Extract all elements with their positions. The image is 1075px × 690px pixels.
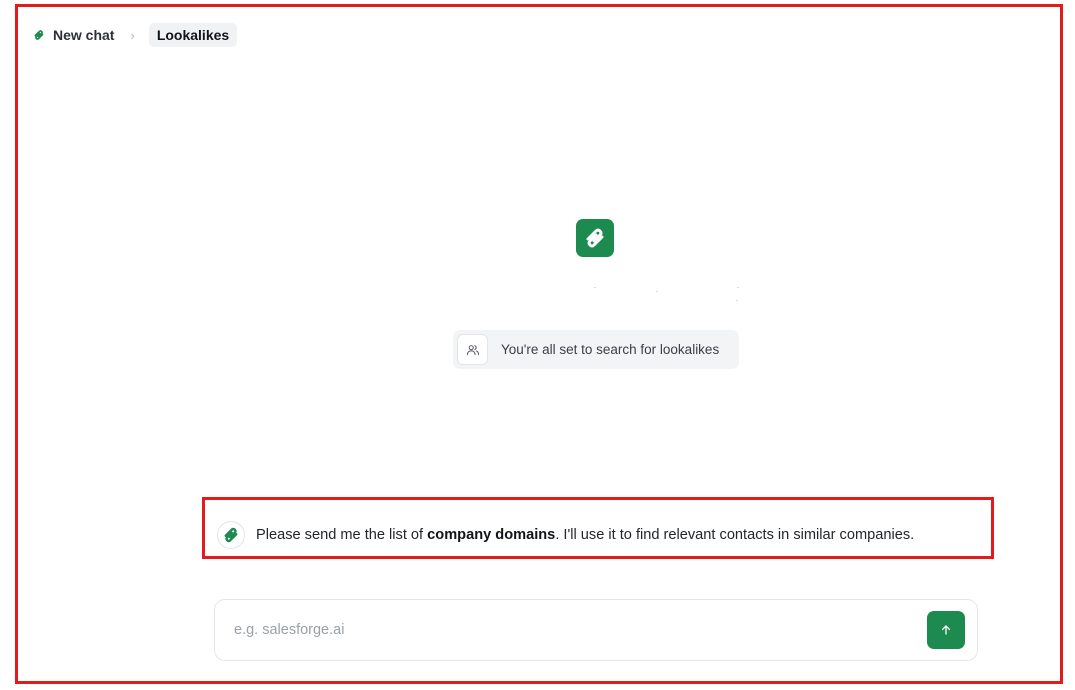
assistant-message-text: Please send me the list of company domai… [256, 527, 914, 543]
salesforge-logo-icon [217, 521, 245, 549]
chevron-right-icon: › [130, 27, 135, 43]
users-icon [457, 334, 488, 365]
message-prefix: Please send me the list of [256, 527, 428, 543]
salesforge-logo-icon [576, 219, 614, 257]
status-chip: You're all set to search for lookalikes [453, 330, 739, 369]
send-button[interactable] [927, 611, 965, 649]
message-suffix: . I'll use it to find relevant contacts … [555, 527, 915, 543]
assistant-message: Please send me the list of company domai… [217, 521, 914, 549]
breadcrumb: New chat › Lookalikes [33, 22, 238, 48]
salesforge-logo-icon [34, 30, 44, 40]
breadcrumb-current[interactable]: Lookalikes [148, 23, 238, 47]
domain-input[interactable] [234, 622, 927, 638]
status-text: You're all set to search for lookalikes [501, 342, 720, 357]
arrow-up-icon [941, 625, 951, 635]
breadcrumb-new-chat-label: New chat [53, 27, 115, 43]
breadcrumb-new-chat[interactable]: New chat [33, 27, 114, 43]
message-bold: company domains [427, 527, 556, 543]
message-highlight: Please send me the list of company domai… [202, 497, 994, 559]
chat-composer [214, 599, 978, 661]
faint-artifact [590, 287, 740, 303]
